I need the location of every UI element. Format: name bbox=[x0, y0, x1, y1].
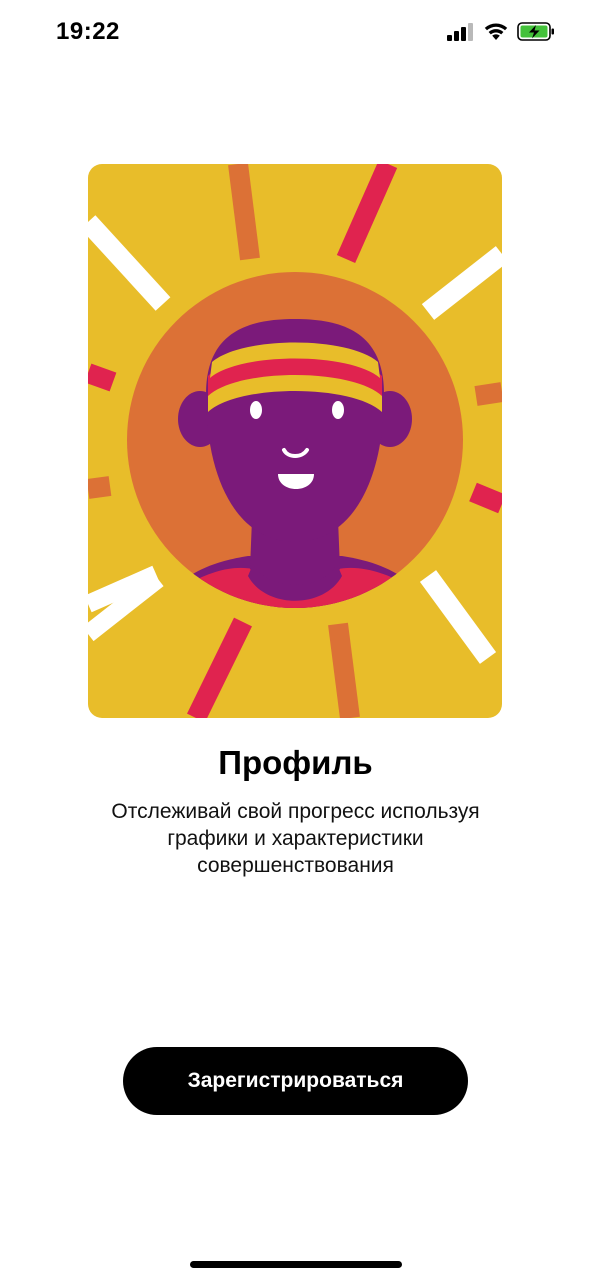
page-description: Отслеживай свой прогресс используя графи… bbox=[111, 800, 480, 877]
register-button[interactable]: Зарегистрироваться bbox=[123, 1047, 468, 1115]
status-time: 19:22 bbox=[56, 18, 120, 45]
wifi-icon bbox=[484, 23, 508, 40]
cellular-signal-icon bbox=[447, 22, 473, 41]
home-indicator[interactable] bbox=[190, 1261, 402, 1268]
status-icons bbox=[447, 22, 555, 41]
profile-illustration bbox=[88, 164, 502, 718]
battery-charging-icon bbox=[517, 22, 554, 41]
page-title: Профиль bbox=[218, 744, 373, 781]
status-bar: 19:22 bbox=[0, 0, 591, 66]
